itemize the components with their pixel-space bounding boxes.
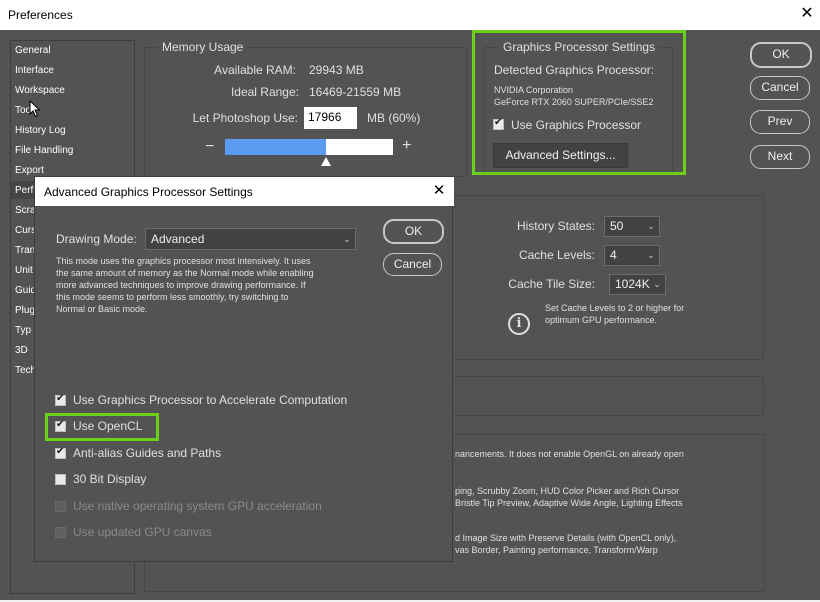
use-opencl-label: Use OpenCL (73, 419, 143, 433)
sidebar-item-units[interactable]: Unit (15, 265, 33, 276)
mouse-cursor-icon (29, 100, 41, 118)
next-button[interactable]: Next (750, 145, 810, 169)
use-gpu-checkbox[interactable] (493, 117, 504, 130)
memory-decrease-button[interactable]: − (205, 138, 214, 156)
use-gpu-label: Use Graphics Processor (511, 118, 642, 132)
updated-gpu-canvas-label: Use updated GPU canvas (73, 525, 212, 539)
ideal-range-value: 16469-21559 MB (309, 85, 402, 99)
sidebar-item-interface[interactable]: Interface (15, 65, 54, 76)
30-bit-display-checkbox[interactable] (55, 474, 66, 485)
cache-info-line1: Set Cache Levels to 2 or higher for (545, 303, 685, 313)
sidebar-item-guides[interactable]: Guid (15, 285, 36, 296)
sidebar-item-export[interactable]: Export (15, 165, 44, 176)
ok-button[interactable]: OK (750, 42, 812, 68)
sidebar-item-type[interactable]: Typ (15, 325, 31, 336)
memory-slider-thumb[interactable] (320, 157, 332, 167)
chevron-down-icon: ⌄ (653, 279, 661, 289)
use-opencl-checkbox[interactable] (55, 419, 66, 432)
dialog-ok-button[interactable]: OK (383, 219, 444, 244)
description-line5: vas Border, Painting performance, Transf… (455, 545, 658, 555)
chevron-down-icon: ⌄ (647, 221, 655, 231)
description-line2: ping, Scrubby Zoom, HUD Color Picker and… (455, 486, 680, 496)
window-title: Preferences (8, 8, 73, 22)
chevron-down-icon: ⌄ (647, 250, 655, 260)
sidebar-item-file-handling[interactable]: File Handling (15, 145, 73, 156)
sidebar-item-general[interactable]: General (15, 45, 51, 56)
options-group (454, 376, 764, 416)
dialog-title: Advanced Graphics Processor Settings (44, 185, 253, 199)
drawing-mode-desc-line4: this mode seems to perform less smoothly… (56, 292, 289, 302)
sidebar-item-scratch-disks[interactable]: Scra (15, 205, 36, 216)
sidebar-item-history-log[interactable]: History Log (15, 125, 66, 136)
gpu-settings-legend: Graphics Processor Settings (499, 40, 660, 54)
description-line3: Bristle Tip Preview, Adaptive Wide Angle… (455, 498, 683, 508)
ideal-range-label: Ideal Range: (230, 85, 299, 99)
detected-gpu-label: Detected Graphics Processor: (494, 63, 655, 77)
drawing-mode-desc-line5: Normal or Basic mode. (56, 304, 148, 314)
sidebar-item-3d[interactable]: 3D (15, 345, 28, 356)
description-line4: d Image Size with Preserve Details (with… (455, 533, 677, 543)
history-states-dropdown[interactable]: 50 ⌄ (604, 216, 660, 237)
drawing-mode-value: Advanced (151, 232, 205, 246)
advanced-settings-button[interactable]: Advanced Settings... (493, 143, 628, 168)
native-gpu-acceleration-checkbox (55, 501, 66, 512)
drawing-mode-desc-line1: This mode uses the graphics processor mo… (56, 256, 311, 266)
memory-slider-fill (225, 139, 326, 155)
native-gpu-acceleration-label: Use native operating system GPU accelera… (73, 499, 322, 513)
memory-input[interactable]: 17966 (304, 107, 357, 129)
let-photoshop-use-label: Let Photoshop Use: (192, 111, 298, 125)
sidebar-item-transparency[interactable]: Tran (15, 245, 35, 256)
description-line1: nancements. It does not enable OpenGL on… (455, 449, 684, 459)
cache-tile-size-dropdown[interactable]: 1024K ⌄ (609, 274, 666, 295)
window-close-icon[interactable]: ✕ (798, 4, 816, 24)
dialog-close-icon[interactable]: ✕ (429, 180, 449, 202)
anti-alias-label: Anti-alias Guides and Paths (73, 446, 222, 460)
drawing-mode-desc-line3: more advanced techniques to improve draw… (56, 280, 306, 290)
memory-usage-legend: Memory Usage (158, 40, 248, 54)
cache-levels-dropdown[interactable]: 4 ⌄ (604, 245, 660, 266)
30-bit-display-label: 30 Bit Display (73, 472, 147, 486)
updated-gpu-canvas-checkbox (55, 527, 66, 538)
accelerate-computation-label: Use Graphics Processor to Accelerate Com… (73, 393, 348, 407)
available-ram-value: 29943 MB (309, 63, 364, 77)
history-states-value: 50 (610, 219, 624, 233)
cache-tile-size-label: Cache Tile Size: (508, 277, 595, 291)
prev-button[interactable]: Prev (750, 110, 810, 134)
cancel-button[interactable]: Cancel (750, 76, 810, 100)
cache-levels-value: 4 (610, 248, 617, 262)
history-states-label: History States: (516, 219, 595, 233)
sidebar-item-cursors[interactable]: Curs (15, 225, 36, 236)
gpu-vendor: NVIDIA Corporation (494, 85, 574, 95)
sidebar-item-plugins[interactable]: Plug (15, 305, 35, 316)
cache-levels-label: Cache Levels: (518, 248, 595, 262)
drawing-mode-desc-line2: the same amount of memory as the Normal … (56, 268, 314, 278)
sidebar-item-performance[interactable]: Perf (15, 185, 33, 196)
accelerate-computation-checkbox[interactable] (55, 393, 66, 406)
drawing-mode-dropdown[interactable]: Advanced ⌄ (145, 228, 356, 250)
available-ram-label: Available RAM: (214, 63, 296, 77)
memory-increase-button[interactable]: + (402, 137, 411, 155)
memory-slider-track[interactable] (225, 139, 393, 155)
gpu-model: GeForce RTX 2060 SUPER/PCIe/SSE2 (494, 97, 654, 107)
info-icon: i (508, 313, 530, 335)
advanced-gpu-dialog: Advanced Graphics Processor Settings ✕ D… (34, 176, 454, 562)
memory-unit-label: MB (60%) (367, 111, 421, 125)
anti-alias-checkbox[interactable] (55, 446, 66, 459)
sidebar-item-tech-previews[interactable]: Tech (15, 365, 36, 376)
drawing-mode-label: Drawing Mode: (56, 232, 137, 246)
cache-tile-size-value: 1024K (615, 277, 650, 291)
sidebar-item-workspace[interactable]: Workspace (15, 85, 65, 96)
cache-info-line2: optimum GPU performance. (545, 315, 658, 325)
chevron-down-icon: ⌄ (343, 234, 351, 244)
window-titlebar (0, 0, 820, 30)
dialog-cancel-button[interactable]: Cancel (383, 253, 442, 276)
